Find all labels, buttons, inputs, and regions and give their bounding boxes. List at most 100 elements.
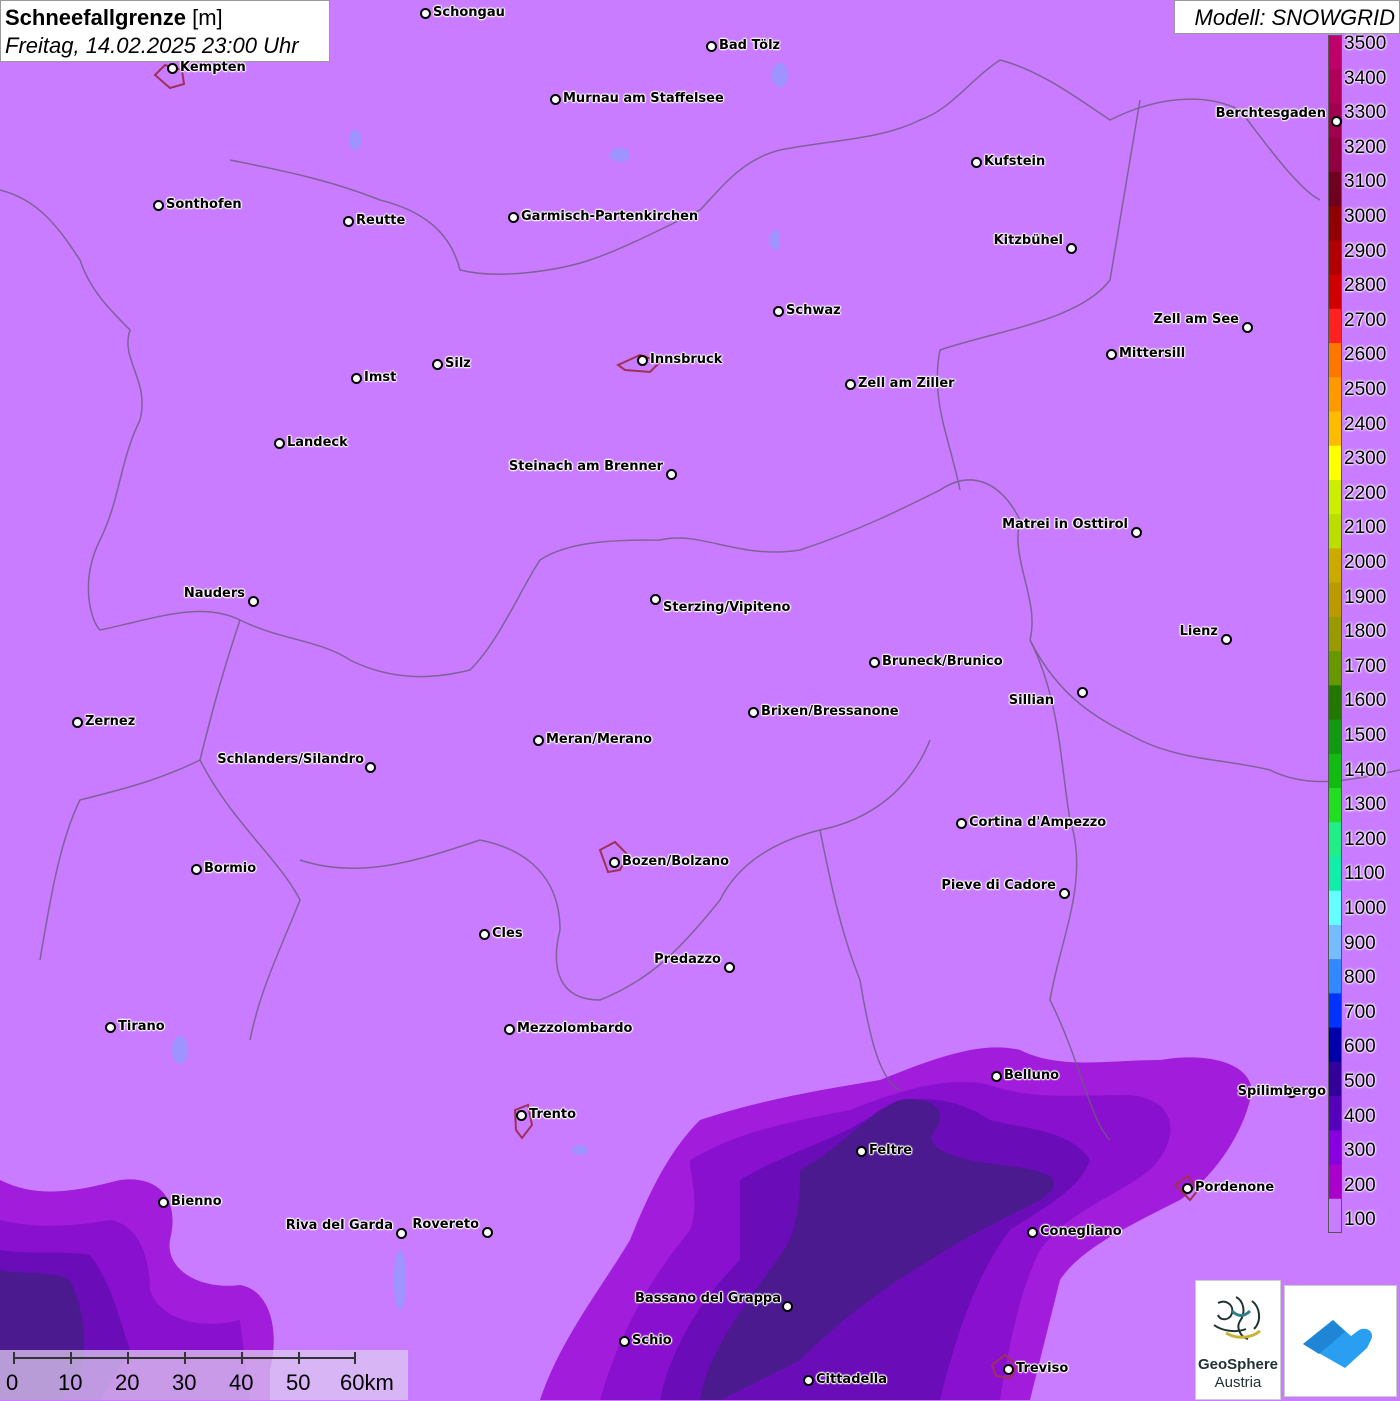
legend-label: 1800 [1344, 621, 1387, 643]
legend-swatch [1328, 548, 1342, 584]
legend-label: 1200 [1344, 828, 1387, 850]
legend-swatch [1328, 616, 1342, 652]
city-label: Steinach am Brenner [508, 459, 663, 474]
legend-swatch [1328, 411, 1342, 447]
legend-label: 400 [1344, 1105, 1376, 1127]
legend-swatch [1328, 582, 1342, 618]
city-marker [991, 1071, 1002, 1082]
legend-swatch [1328, 240, 1342, 276]
city-label: Riva del Garda [285, 1218, 393, 1233]
city-marker [365, 762, 376, 773]
city-marker [1106, 349, 1117, 360]
legend-label: 3100 [1344, 171, 1387, 193]
scale-label-30: 30 [172, 1370, 197, 1395]
city-marker [773, 306, 784, 317]
city-marker [105, 1022, 116, 1033]
legend-label: 2400 [1344, 413, 1387, 435]
legend-label: 1400 [1344, 759, 1387, 781]
city-label: Bienno [171, 1194, 222, 1209]
legend-label: 1100 [1344, 863, 1385, 885]
city-label: Bassano del Grappa [635, 1291, 781, 1306]
legend-label: 3500 [1344, 33, 1387, 54]
city-marker [167, 63, 178, 74]
city-marker [803, 1375, 814, 1386]
city-label: Kempten [180, 60, 246, 75]
legend-swatch [1328, 377, 1342, 413]
legend-label: 1300 [1344, 794, 1387, 816]
legend-label: 1000 [1344, 898, 1387, 919]
city-label: Bozen/Bolzano [622, 854, 730, 869]
city-marker [650, 594, 661, 605]
legend-swatch [1328, 206, 1342, 241]
city-marker [1027, 1227, 1038, 1238]
scale-label-40: 40 [229, 1370, 254, 1395]
city-marker [845, 379, 856, 390]
legend-swatch [1328, 719, 1342, 755]
city-marker [516, 1110, 527, 1121]
city-marker [1182, 1183, 1193, 1194]
city-marker [1131, 527, 1142, 538]
city-label: Nauders [183, 586, 245, 601]
city-label: Garmisch-Partenkirchen [521, 209, 699, 224]
city-marker [158, 1197, 169, 1208]
legend-label: 2000 [1344, 552, 1387, 573]
city-marker [706, 41, 717, 52]
legend-swatch [1328, 171, 1342, 207]
legend-swatch [1328, 479, 1342, 515]
city-label: Conegliano [1040, 1224, 1122, 1239]
city-marker [533, 735, 544, 746]
scale-label-20: 20 [115, 1370, 140, 1395]
city-marker [153, 200, 164, 211]
city-label: Rovereto [412, 1217, 479, 1232]
city-label: Zernez [85, 714, 136, 729]
city-label: Kitzbühel [993, 233, 1063, 248]
city-marker [782, 1301, 793, 1312]
city-marker [1059, 888, 1070, 899]
legend-swatch [1328, 685, 1342, 721]
legend-label: 2800 [1344, 275, 1387, 297]
city-label: Schlanders/Silandro [217, 752, 364, 767]
legend-swatch [1328, 1061, 1342, 1097]
legend-label: 2500 [1344, 379, 1387, 400]
legend-swatch [1328, 959, 1342, 994]
city-label: Landeck [287, 435, 348, 450]
logo-name: GeoSphere [1197, 1356, 1279, 1373]
city-label: Meran/Merano [546, 732, 653, 747]
city-marker [550, 94, 561, 105]
legend-swatch [1328, 924, 1342, 960]
city-label: Schio [632, 1333, 672, 1348]
legend-label: 3200 [1344, 136, 1387, 158]
legend-label: 1700 [1344, 655, 1387, 677]
city-marker [1221, 634, 1232, 645]
legend-label: 1500 [1344, 725, 1387, 746]
scale-label-10: 10 [58, 1370, 83, 1395]
city-label: Murnau am Staffelsee [563, 91, 724, 106]
legend-label: 900 [1344, 932, 1376, 954]
city-label: Trento [529, 1107, 577, 1122]
city-label: Cittadella [816, 1372, 888, 1387]
city-marker [351, 373, 362, 384]
app-logo [1284, 1285, 1397, 1397]
legend-label: 500 [1344, 1071, 1376, 1092]
city-marker [420, 8, 431, 19]
legend-label: 200 [1344, 1174, 1376, 1196]
city-marker [479, 929, 490, 940]
city-marker [666, 469, 677, 480]
legend-label: 2900 [1344, 240, 1387, 262]
city-label: Matrei in Osttirol [1002, 517, 1128, 532]
legend-label: 1900 [1344, 586, 1387, 608]
city-label: Sonthofen [166, 197, 242, 212]
city-marker [72, 717, 83, 728]
city-label: Zell am See [1153, 312, 1239, 327]
map-title: Schneefallgrenze [m] [5, 5, 223, 30]
city-marker [956, 818, 967, 829]
city-marker [724, 962, 735, 973]
scale-label-50: 50 [286, 1370, 311, 1395]
city-label: Innsbruck [650, 352, 723, 367]
cloud-arrow-icon [1303, 1320, 1373, 1368]
scale-label-60km: 60km [340, 1370, 394, 1395]
legend-swatch [1328, 35, 1342, 70]
city-label: Mittersill [1119, 346, 1186, 361]
city-marker [504, 1024, 515, 1035]
legend-swatch [1328, 137, 1342, 173]
